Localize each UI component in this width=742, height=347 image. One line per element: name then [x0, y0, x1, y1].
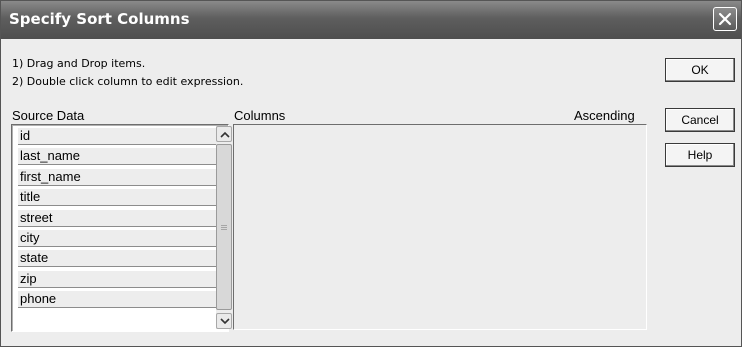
grip-line [221, 225, 227, 226]
close-button[interactable] [713, 7, 737, 31]
list-item-city[interactable]: city [18, 228, 216, 247]
dialog-title: Specify Sort Columns [9, 10, 190, 28]
source-data-label: Source Data [12, 108, 85, 123]
list-item-id[interactable]: id [18, 127, 216, 145]
source-data-list[interactable]: id last_name first_name title street cit… [11, 124, 232, 332]
list-item-state[interactable]: state [18, 249, 216, 268]
grip-line [221, 227, 227, 228]
close-icon [718, 12, 732, 26]
scroll-down-button[interactable] [216, 313, 232, 329]
grip-line [221, 229, 227, 230]
title-bar[interactable]: Specify Sort Columns [1, 1, 741, 39]
help-button[interactable]: Help [665, 143, 735, 167]
sort-columns-dialog: Specify Sort Columns 1) Drag and Drop it… [0, 0, 742, 347]
scroll-up-button[interactable] [216, 126, 232, 142]
columns-label: Columns [234, 108, 286, 123]
list-item-zip[interactable]: zip [18, 269, 216, 288]
cancel-button[interactable]: Cancel [665, 108, 735, 132]
list-item-title[interactable]: title [18, 188, 216, 207]
source-items: id last_name first_name title street cit… [18, 127, 216, 311]
columns-list[interactable] [233, 124, 647, 330]
list-item-street[interactable]: street [18, 208, 216, 227]
source-scrollbar[interactable] [216, 126, 232, 329]
chevron-up-icon [220, 131, 230, 138]
list-item-first-name[interactable]: first_name [18, 167, 216, 186]
list-item-phone[interactable]: phone [18, 290, 216, 309]
instruction-drag-drop: 1) Drag and Drop items. [12, 57, 146, 70]
ok-button[interactable]: OK [665, 58, 735, 82]
ascending-label: Ascending [574, 108, 635, 123]
chevron-down-icon [220, 318, 230, 325]
list-item-last-name[interactable]: last_name [18, 147, 216, 166]
instruction-double-click: 2) Double click column to edit expressio… [12, 75, 244, 88]
scroll-thumb[interactable] [216, 144, 232, 310]
